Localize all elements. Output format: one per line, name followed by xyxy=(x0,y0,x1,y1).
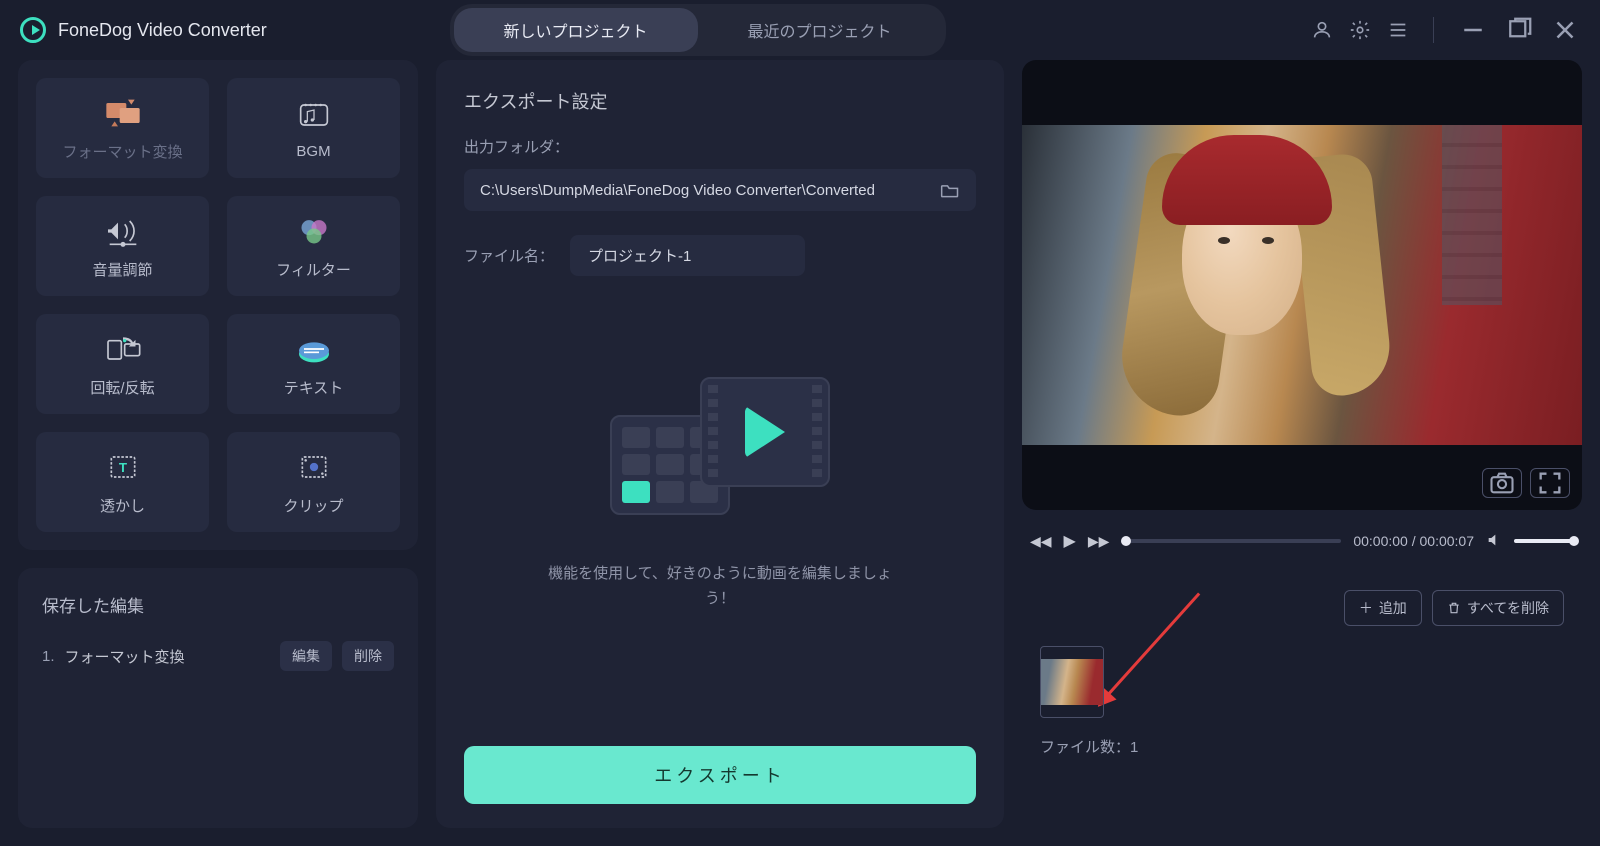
video-preview[interactable] xyxy=(1022,60,1582,510)
tool-label: BGM xyxy=(296,143,330,160)
tab-new-project[interactable]: 新しいプロジェクト xyxy=(454,8,698,52)
filename-label: ファイル名： xyxy=(464,245,554,266)
export-settings-title: エクスポート設定 xyxy=(464,88,976,114)
hero-text: 機能を使用して、好きのように動画を編集しましょう！ xyxy=(540,561,900,612)
project-tabs: 新しいプロジェクト 最近のプロジェクト xyxy=(450,4,946,56)
filename-row: ファイル名： xyxy=(464,235,976,276)
tool-volume[interactable]: 音量調節 xyxy=(36,196,209,296)
fullscreen-icon[interactable] xyxy=(1530,468,1570,498)
tool-label: クリップ xyxy=(283,495,343,516)
saved-edit-label: フォーマット変換 xyxy=(65,646,270,667)
menu-icon[interactable] xyxy=(1387,19,1409,41)
settings-icon[interactable] xyxy=(1349,19,1371,41)
saved-edits-title: 保存した編集 xyxy=(42,592,394,617)
trash-icon xyxy=(1447,601,1461,615)
output-folder-label: 出力フォルダ： xyxy=(464,136,976,157)
delete-all-button[interactable]: すべてを削除 xyxy=(1432,590,1564,626)
user-icon[interactable] xyxy=(1311,19,1333,41)
titlebar: FoneDog Video Converter 新しいプロジェクト 最近のプロジ… xyxy=(0,0,1600,60)
volume-slider[interactable] xyxy=(1514,539,1574,543)
sidebar: フォーマット変換 BGM 音量調節 xyxy=(18,60,418,828)
seek-bar[interactable] xyxy=(1121,539,1341,543)
bgm-icon xyxy=(294,97,334,133)
main-layout: フォーマット変換 BGM 音量調節 xyxy=(0,60,1600,846)
player-bar: ◀◀ ▶ ▶▶ 00:00:00 / 00:00:07 xyxy=(1022,526,1582,556)
hero-area: 機能を使用して、好きのように動画を編集しましょう！ xyxy=(464,276,976,726)
hero-illustration xyxy=(610,391,830,531)
tool-format-convert[interactable]: フォーマット変換 xyxy=(36,78,209,178)
edit-button[interactable]: 編集 xyxy=(280,641,332,671)
saved-edit-index: 1. xyxy=(42,648,55,665)
watermark-icon: T xyxy=(103,449,143,485)
plus-icon: ＋ xyxy=(1359,598,1373,618)
volume-icon xyxy=(103,213,143,249)
close-button[interactable] xyxy=(1550,15,1580,45)
volume-icon[interactable] xyxy=(1486,532,1502,551)
tool-grid: フォーマット変換 BGM 音量調節 xyxy=(36,78,400,532)
snapshot-icon[interactable] xyxy=(1482,468,1522,498)
add-file-button[interactable]: ＋ 追加 xyxy=(1344,590,1422,626)
tool-label: 回転/反転 xyxy=(90,377,154,398)
app-title: FoneDog Video Converter xyxy=(58,20,267,41)
tool-label: フォーマット変換 xyxy=(62,141,182,162)
export-button[interactable]: エクスポート xyxy=(464,746,976,804)
preview-controls xyxy=(1482,468,1570,498)
svg-text:T: T xyxy=(118,460,126,475)
tool-label: 音量調節 xyxy=(92,259,152,280)
preview-frame xyxy=(1022,125,1582,445)
tool-watermark[interactable]: T 透かし xyxy=(36,432,209,532)
filename-input[interactable] xyxy=(570,235,805,276)
title-actions xyxy=(1311,15,1580,45)
file-thumbnail[interactable] xyxy=(1040,646,1104,718)
minimize-button[interactable] xyxy=(1458,15,1488,45)
tools-panel: フォーマット変換 BGM 音量調節 xyxy=(18,60,418,550)
tool-filter[interactable]: フィルター xyxy=(227,196,400,296)
export-settings-panel: エクスポート設定 出力フォルダ： C:\Users\DumpMedia\Fone… xyxy=(436,60,1004,828)
saved-edits-panel: 保存した編集 1. フォーマット変換 編集 削除 xyxy=(18,568,418,828)
convert-icon xyxy=(103,95,143,131)
tool-label: 透かし xyxy=(100,495,145,516)
prev-frame-icon[interactable]: ◀◀ xyxy=(1030,533,1052,550)
text-icon xyxy=(294,331,334,367)
app-logo-icon xyxy=(20,17,46,43)
tool-clip[interactable]: クリップ xyxy=(227,432,400,532)
tool-bgm[interactable]: BGM xyxy=(227,78,400,178)
filter-icon xyxy=(294,213,334,249)
output-folder-path: C:\Users\DumpMedia\FoneDog Video Convert… xyxy=(480,182,928,199)
clip-icon xyxy=(294,449,334,485)
preview-column: ◀◀ ▶ ▶▶ 00:00:00 / 00:00:07 ＋ 追加 xyxy=(1022,60,1582,828)
tool-label: フィルター xyxy=(276,259,351,280)
maximize-button[interactable] xyxy=(1504,15,1534,45)
saved-edit-row: 1. フォーマット変換 編集 削除 xyxy=(42,641,394,671)
tool-text[interactable]: テキスト xyxy=(227,314,400,414)
browse-folder-icon[interactable] xyxy=(940,181,960,199)
play-icon[interactable]: ▶ xyxy=(1064,531,1076,551)
file-count: ファイル数：1 xyxy=(1040,736,1564,757)
separator xyxy=(1433,17,1434,43)
tool-label: テキスト xyxy=(284,377,344,398)
next-frame-icon[interactable]: ▶▶ xyxy=(1088,533,1110,550)
rotate-icon xyxy=(103,331,143,367)
output-folder-field[interactable]: C:\Users\DumpMedia\FoneDog Video Convert… xyxy=(464,169,976,211)
tool-rotate-flip[interactable]: 回転/反転 xyxy=(36,314,209,414)
time-display: 00:00:00 / 00:00:07 xyxy=(1353,533,1474,549)
delete-button[interactable]: 削除 xyxy=(342,641,394,671)
tab-recent-projects[interactable]: 最近のプロジェクト xyxy=(698,8,942,52)
files-header: ＋ 追加 すべてを削除 xyxy=(1040,590,1564,626)
